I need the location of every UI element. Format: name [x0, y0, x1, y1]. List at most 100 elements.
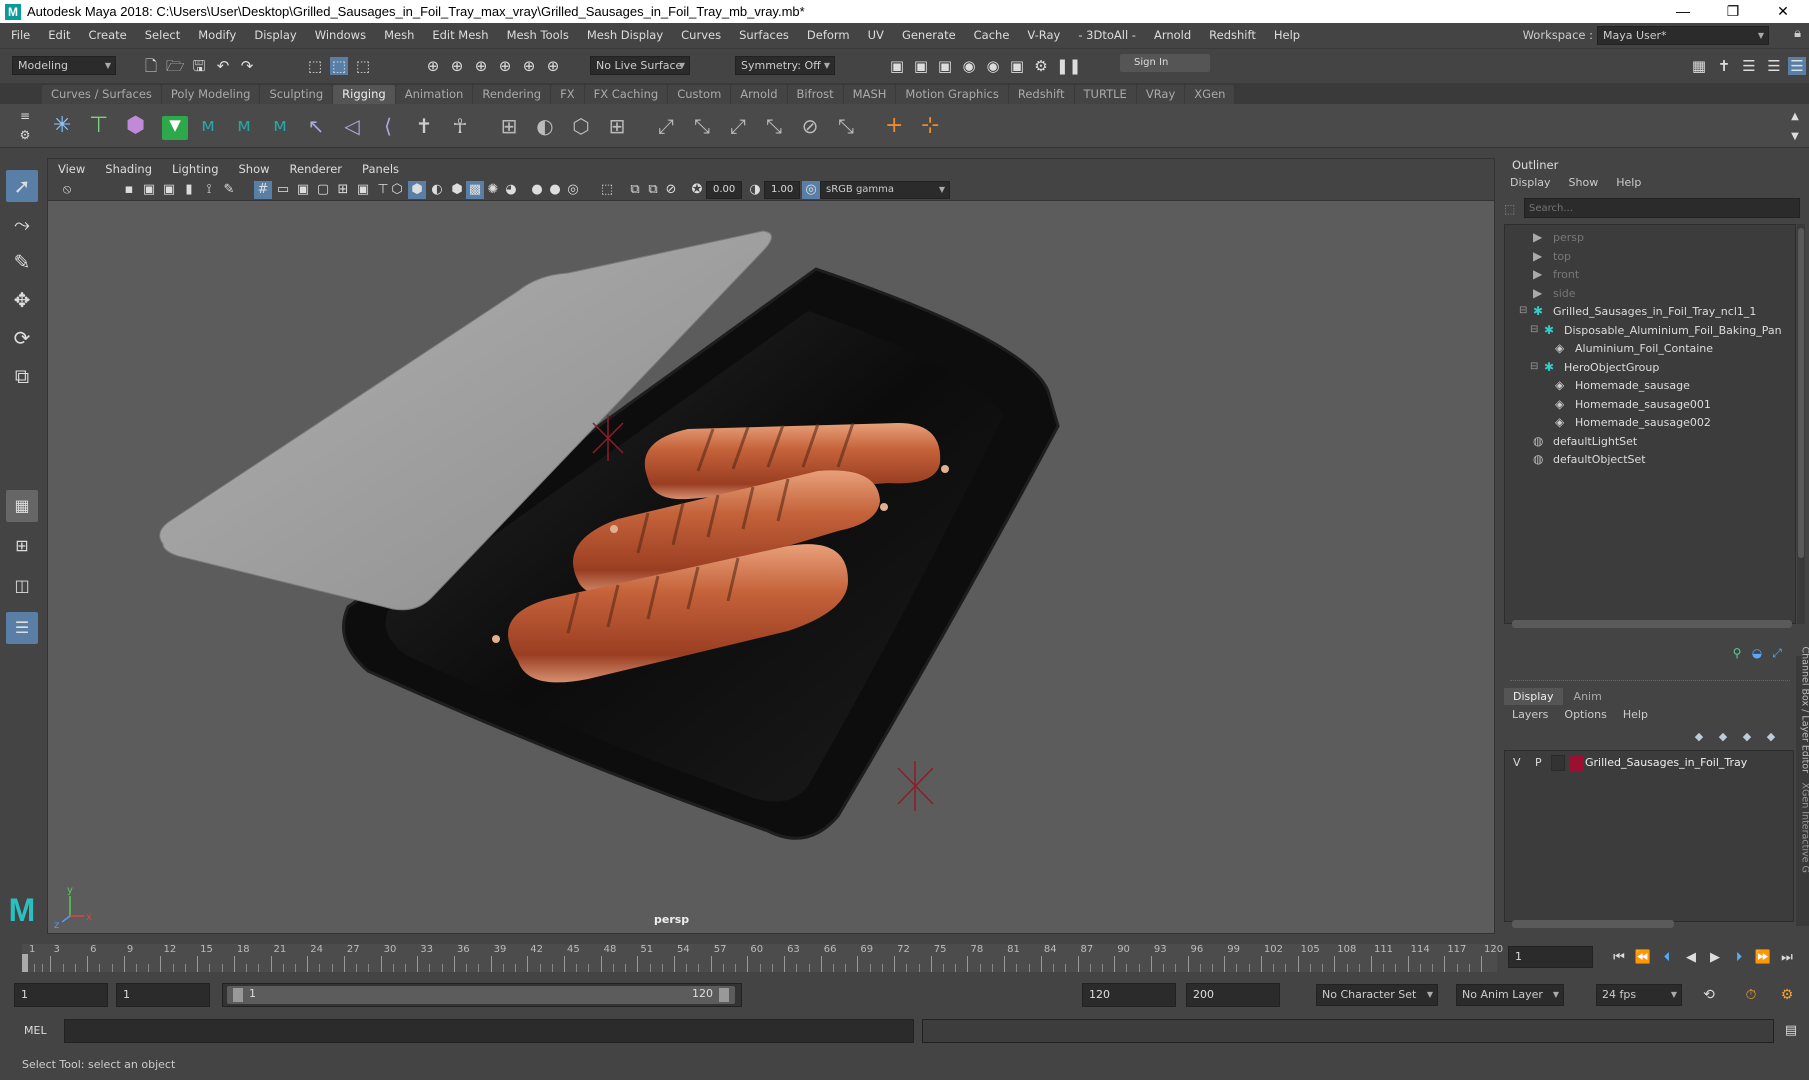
outliner-item[interactable]: ▶ front: [1533, 264, 1579, 284]
shelf-tab-custom[interactable]: Custom: [668, 85, 731, 104]
wireframe-on-shaded-icon[interactable]: ◐: [428, 181, 446, 199]
cluster-icon[interactable]: ◐: [536, 116, 554, 136]
select-camera-icon[interactable]: ▪: [120, 181, 138, 199]
save-scene-icon[interactable]: 🖫: [190, 57, 208, 75]
expand-toggle-icon[interactable]: ⊟: [1530, 320, 1538, 340]
3d-scene[interactable]: y x z persp: [48, 201, 1494, 933]
animation-start-field[interactable]: 1: [14, 983, 108, 1007]
ik-handle-icon[interactable]: ⊤: [89, 115, 108, 137]
shelf-tab-motion-graphics[interactable]: Motion Graphics: [896, 85, 1008, 104]
layer-reference-toggle[interactable]: [1551, 755, 1565, 771]
shelf-tab-rigging[interactable]: Rigging: [333, 85, 395, 104]
new-layer-icon[interactable]: ◆: [1738, 728, 1756, 746]
range-start-grip[interactable]: [233, 988, 243, 1002]
shelf-menu-icon[interactable]: ≡: [16, 107, 34, 125]
outliner-item[interactable]: ⊟ ✱ Disposable_Aluminium_Foil_Baking_Pan: [1530, 320, 1782, 340]
outliner-item[interactable]: ◍ defaultObjectSet: [1533, 449, 1646, 469]
select-tool-icon[interactable]: ➚: [6, 170, 38, 202]
color-space-dropdown[interactable]: sRGB gamma: [820, 181, 950, 199]
orient-constraint-icon[interactable]: ⟨: [379, 116, 397, 136]
annotation-icon[interactable]: ⊹: [921, 115, 939, 137]
outliner-item[interactable]: ▶ side: [1533, 283, 1576, 303]
play-backwards-icon[interactable]: ◀: [1682, 949, 1700, 967]
channel-box-icon[interactable]: ☰: [1788, 57, 1806, 75]
shelf-scroll-up-icon[interactable]: ▲: [1786, 108, 1804, 126]
menu-mesh-tools[interactable]: Mesh Tools: [498, 28, 578, 42]
menu-set-dropdown[interactable]: Modeling: [12, 56, 116, 75]
modeling-toolkit-icon[interactable]: ▦: [1690, 57, 1708, 75]
lasso-tool-icon[interactable]: ⤳: [6, 208, 38, 240]
outliner-item[interactable]: ◍ defaultLightSet: [1533, 431, 1637, 451]
shelf-tab-turtle[interactable]: TURTLE: [1074, 85, 1136, 104]
scale-tool-icon[interactable]: ⧉: [6, 360, 38, 392]
menu-windows[interactable]: Windows: [306, 28, 375, 42]
menu-select[interactable]: Select: [136, 28, 189, 42]
select-object-icon[interactable]: ⬚: [330, 57, 348, 75]
wrap-icon[interactable]: ⬡: [572, 116, 590, 136]
play-forwards-icon[interactable]: ▶: [1706, 949, 1724, 967]
menu-uv[interactable]: UV: [859, 28, 893, 42]
outliner-item[interactable]: ⊟ ✱ HeroObjectGroup: [1530, 357, 1659, 377]
menu-create[interactable]: Create: [80, 28, 136, 42]
render-current-icon[interactable]: ▣: [912, 57, 930, 75]
minimize-button[interactable]: —: [1660, 0, 1706, 23]
two-d-pan-icon[interactable]: ⟟: [200, 181, 218, 199]
step-back-key-icon[interactable]: ⏪: [1634, 949, 1652, 967]
go-to-end-icon[interactable]: ⏭: [1778, 949, 1796, 967]
select-component-icon[interactable]: ⬚: [354, 57, 372, 75]
outliner-search-input[interactable]: [1524, 198, 1800, 218]
gamma-field[interactable]: 1.00: [764, 181, 800, 199]
shelf-settings-icon[interactable]: ⚙: [16, 126, 34, 144]
current-frame-field[interactable]: 1: [1508, 946, 1593, 968]
go-to-start-icon[interactable]: ⏮: [1610, 949, 1628, 967]
motion-blur-icon[interactable]: ●: [528, 181, 546, 199]
menu-mesh-display[interactable]: Mesh Display: [578, 28, 672, 42]
menu-display[interactable]: Display: [245, 28, 305, 42]
menu-modify[interactable]: Modify: [189, 28, 245, 42]
grid-icon[interactable]: #: [254, 181, 272, 199]
human-ik-icon[interactable]: ✝: [1715, 57, 1733, 75]
anti-aliasing-icon[interactable]: ●: [546, 181, 564, 199]
loop-icon[interactable]: ⟲: [1700, 986, 1718, 1004]
outliner-item[interactable]: ◈ Homemade_sausage002: [1555, 412, 1711, 432]
bend-deformer-icon[interactable]: ⤢: [657, 116, 675, 136]
shelf-tab-arnold[interactable]: Arnold: [731, 85, 787, 104]
menu--3dtoall-[interactable]: - 3DtoAll -: [1069, 28, 1145, 42]
viewport-menu-panels[interactable]: Panels: [352, 162, 409, 176]
lock-icon[interactable]: 🔒︎: [1794, 26, 1801, 41]
render-view-icon[interactable]: ▣: [888, 57, 906, 75]
two-view-icon[interactable]: ◫: [6, 570, 38, 602]
field-chart-icon[interactable]: ⊞: [334, 181, 352, 199]
workspace-dropdown[interactable]: Maya User*: [1597, 25, 1769, 45]
xray-icon[interactable]: ⧉: [626, 181, 644, 199]
gamma-icon[interactable]: ◑: [746, 181, 764, 199]
rotate-tool-icon[interactable]: ⟳: [6, 322, 38, 354]
point-constraint-icon[interactable]: ↖: [307, 116, 325, 136]
viewport-menu-shading[interactable]: Shading: [95, 162, 162, 176]
outliner-vscroll[interactable]: [1797, 224, 1805, 624]
outliner-menu-help[interactable]: Help: [1616, 176, 1641, 189]
menu-v-ray[interactable]: V-Ray: [1018, 28, 1069, 42]
outliner-item[interactable]: ◈ Aluminium_Foil_Containe: [1555, 338, 1713, 358]
step-forward-key-icon[interactable]: ⏩: [1754, 949, 1772, 967]
menu-cache[interactable]: Cache: [965, 28, 1019, 42]
menu-curves[interactable]: Curves: [672, 28, 730, 42]
layer-tab-display[interactable]: Display: [1504, 688, 1563, 705]
shelf-tab-xgen[interactable]: XGen: [1185, 85, 1235, 104]
redo-icon[interactable]: ↷: [238, 57, 256, 75]
outliner-hscroll[interactable]: [1512, 620, 1792, 628]
pause-icon[interactable]: ❚❚: [1056, 57, 1081, 75]
animation-end-field[interactable]: 200: [1186, 983, 1280, 1007]
symmetry-dropdown[interactable]: Symmetry: Off: [735, 56, 835, 75]
live-surface-dropdown[interactable]: No Live Surface: [590, 56, 690, 75]
channel-box-icon[interactable]: ⚲: [1728, 644, 1746, 662]
gate-mask-icon[interactable]: ▢: [314, 181, 332, 199]
paint-weights-icon[interactable]: ▼: [162, 116, 188, 140]
single-perspective-view-icon[interactable]: ▦: [6, 490, 38, 522]
new-layer-selected-icon[interactable]: ◆: [1762, 728, 1780, 746]
character-set-dropdown[interactable]: No Character Set: [1316, 984, 1438, 1006]
expand-toggle-icon[interactable]: ⊟: [1530, 357, 1538, 377]
wireframe-icon[interactable]: ⬡: [388, 181, 406, 199]
locator-icon[interactable]: +: [885, 115, 903, 137]
viewport-menu-renderer[interactable]: Renderer: [280, 162, 353, 176]
